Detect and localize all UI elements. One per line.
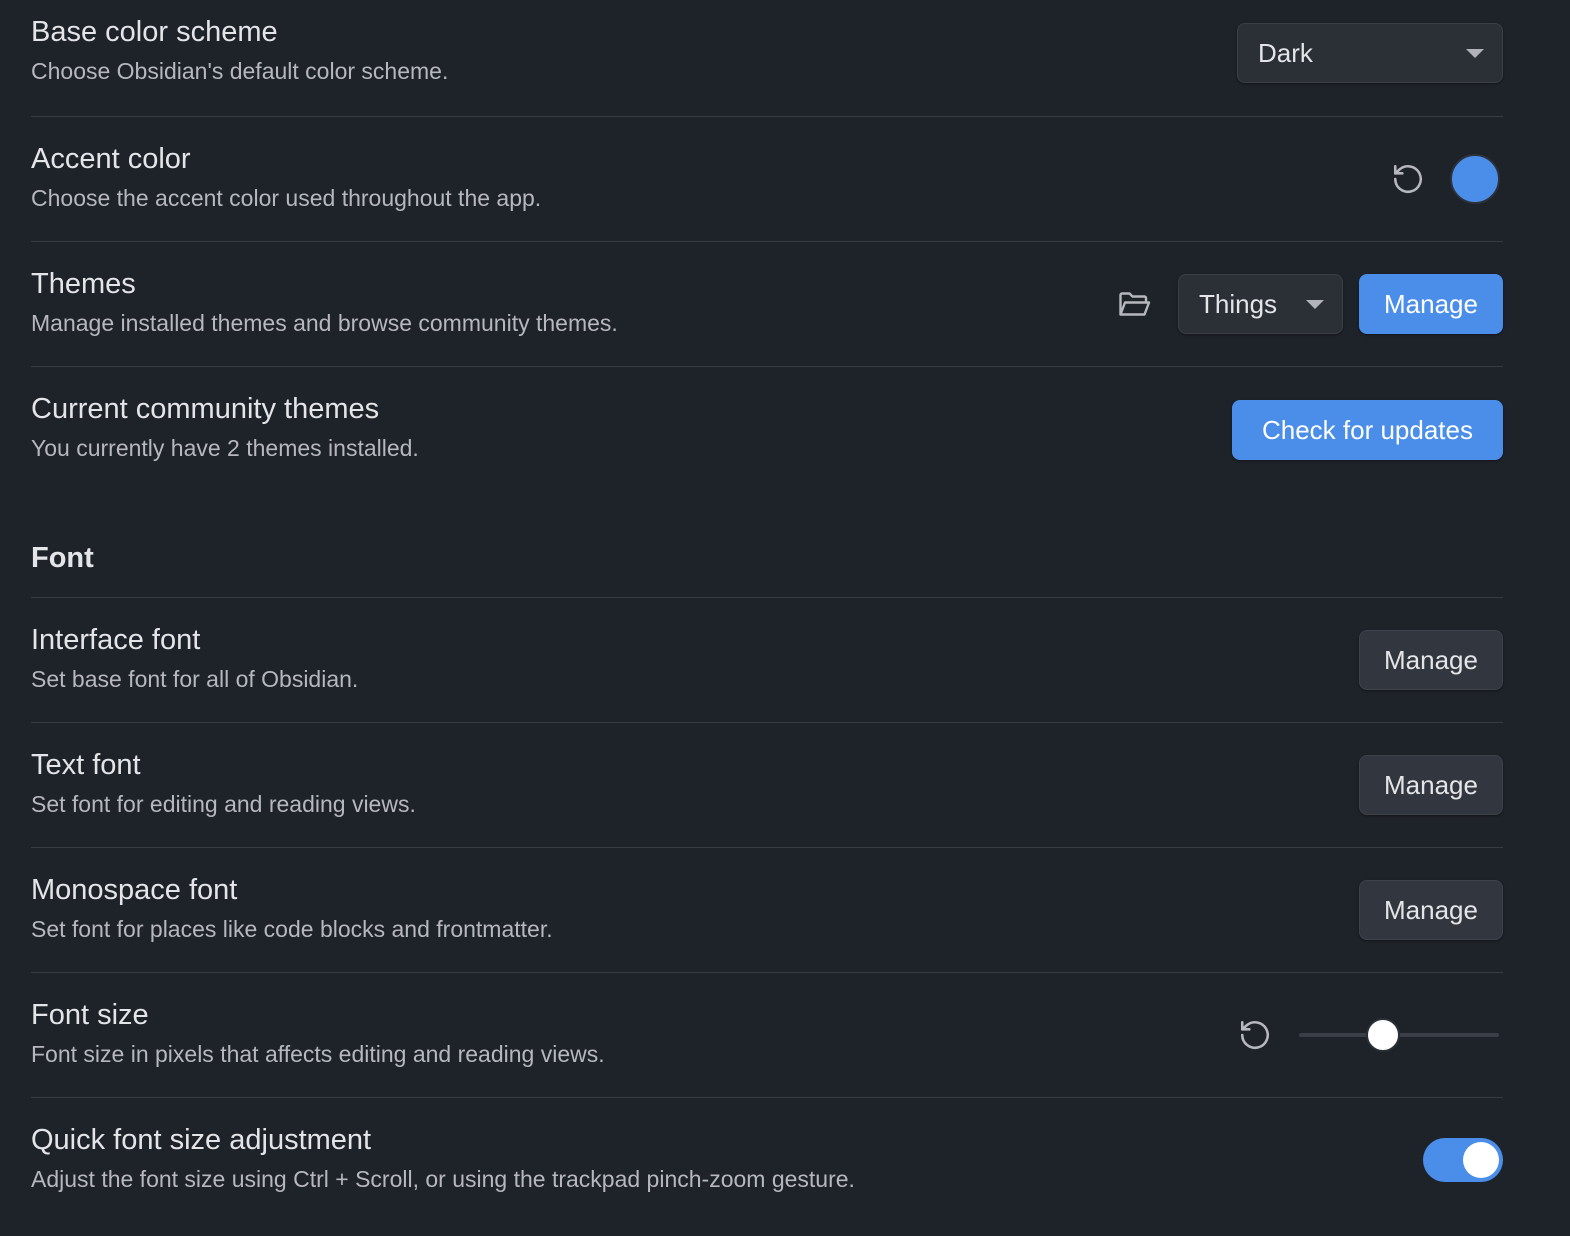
setting-description: Font size in pixels that affects editing… [31,1041,605,1067]
setting-control: Manage [1359,598,1503,722]
setting-font-size: Font size Font size in pixels that affec… [31,973,1503,1098]
manage-text-font-button[interactable]: Manage [1359,755,1503,815]
setting-name: Current community themes [31,393,380,425]
setting-name: Monospace font [31,874,238,906]
setting-control [1423,1098,1503,1228]
setting-description: You currently have 2 themes installed. [31,435,419,461]
slider-thumb[interactable] [1366,1018,1400,1052]
manage-monospace-font-button[interactable]: Manage [1359,880,1503,940]
setting-name: Base color scheme [31,16,278,48]
setting-info: Accent color Choose the accent color use… [31,141,541,213]
setting-info: Monospace font Set font for places like … [31,872,553,944]
setting-info: Font size Font size in pixels that affec… [31,997,605,1069]
setting-themes: Themes Manage installed themes and brows… [31,242,1503,367]
setting-monospace-font: Monospace font Set font for places like … [31,848,1503,973]
quick-font-size-toggle[interactable] [1423,1138,1503,1182]
setting-name: Accent color [31,143,191,175]
manage-interface-font-button[interactable]: Manage [1359,630,1503,690]
setting-description: Choose the accent color used throughout … [31,185,542,211]
setting-text-font: Text font Set font for editing and readi… [31,723,1503,848]
setting-info: Quick font size adjustment Adjust the fo… [31,1122,855,1194]
color-scheme-dropdown[interactable]: Dark [1237,23,1503,83]
setting-control: Things Manage [1112,242,1503,366]
setting-community-themes: Current community themes You currently h… [31,367,1503,489]
accent-color-swatch[interactable] [1450,154,1500,204]
font-section-heading-row: Font [31,489,1503,598]
setting-description: Set font for editing and reading views. [31,791,416,817]
setting-control: Manage [1359,723,1503,847]
chevron-down-icon [1306,300,1324,309]
setting-name: Text font [31,749,141,781]
setting-interface-font: Interface font Set base font for all of … [31,598,1503,723]
setting-control: Dark [1237,0,1503,116]
dropdown-value: Things [1199,288,1278,319]
setting-control: Check for updates [1232,367,1503,489]
setting-name: Font size [31,999,149,1031]
setting-quick-font-size-adjustment: Quick font size adjustment Adjust the fo… [31,1098,1503,1228]
folder-open-icon[interactable] [1112,282,1156,326]
setting-description: Adjust the font size using Ctrl + Scroll… [31,1166,855,1192]
dropdown-value: Dark [1258,37,1313,68]
setting-info: Text font Set font for editing and readi… [31,747,416,819]
reset-icon[interactable] [1386,157,1430,201]
setting-name: Interface font [31,624,201,656]
font-size-slider[interactable] [1299,1017,1499,1053]
setting-base-color-scheme: Base color scheme Choose Obsidian's defa… [31,0,1503,117]
setting-info: Base color scheme Choose Obsidian's defa… [31,14,448,86]
setting-info: Current community themes You currently h… [31,391,419,463]
setting-name: Themes [31,268,136,300]
chevron-down-icon [1466,49,1484,58]
setting-description: Manage installed themes and browse commu… [31,310,618,336]
setting-description: Choose Obsidian's default color scheme. [31,58,449,84]
check-for-updates-button[interactable]: Check for updates [1232,400,1503,460]
setting-control: Manage [1359,848,1503,972]
setting-control [1233,973,1503,1097]
setting-accent-color: Accent color Choose the accent color use… [31,117,1503,242]
toggle-knob [1463,1142,1499,1178]
setting-description: Set font for places like code blocks and… [31,916,553,942]
settings-panel: Base color scheme Choose Obsidian's defa… [31,0,1503,1228]
theme-dropdown[interactable]: Things [1178,274,1343,334]
section-heading: Font [31,542,94,574]
setting-info: Themes Manage installed themes and brows… [31,266,618,338]
setting-description: Set base font for all of Obsidian. [31,666,359,692]
manage-themes-button[interactable]: Manage [1359,274,1503,334]
setting-control [1386,117,1503,241]
setting-name: Quick font size adjustment [31,1124,372,1156]
reset-icon[interactable] [1233,1013,1277,1057]
setting-info: Interface font Set base font for all of … [31,622,358,694]
